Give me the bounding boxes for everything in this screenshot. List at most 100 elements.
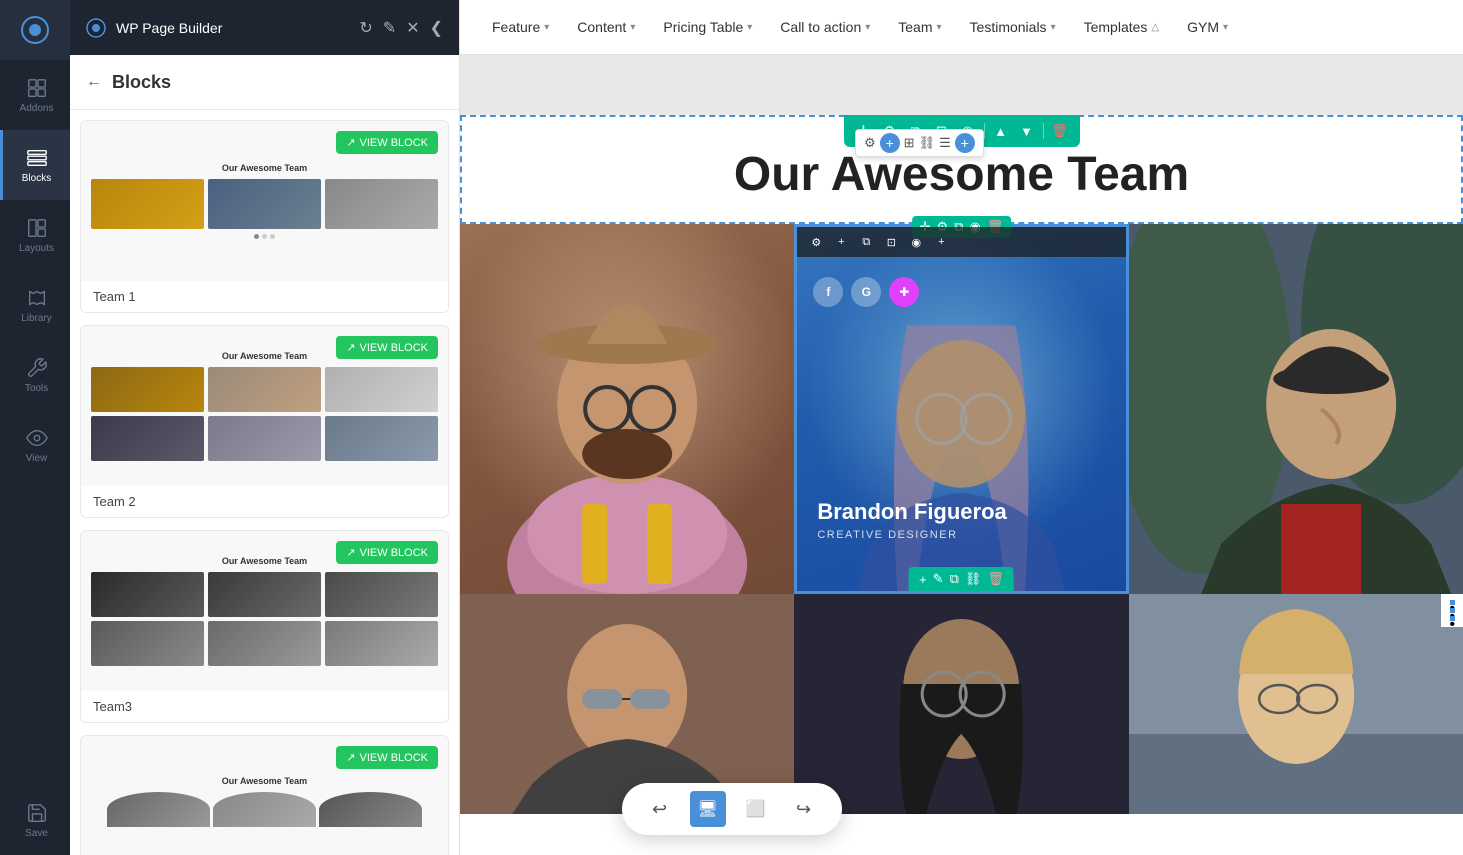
feature-chevron-icon: ▾ [544,22,549,33]
sidebar-item-blocks[interactable]: Blocks [0,130,70,200]
block-label-team1: Team 1 [81,281,448,312]
back-button[interactable]: ← [86,73,102,91]
testimonials-chevron-icon: ▾ [1051,22,1056,33]
blocks-header: ← Blocks [70,55,459,110]
sidebar-item-save[interactable]: Save [0,785,70,855]
preview-img-14 [208,621,321,666]
add-row-list-icon[interactable]: ☰ [939,135,951,151]
sidebar-item-layouts[interactable]: Layouts [0,200,70,270]
add-row-cols-icon[interactable]: ⊞ [904,135,915,151]
team-bottom-row [460,594,1463,814]
nav-item-gym[interactable]: GYM ▾ [1175,11,1240,43]
row-up-icon[interactable]: ▲ [989,119,1013,143]
col-add-icon[interactable]: + [930,231,952,253]
block-item-team3[interactable]: Our Awesome Team ↗ VIEW BLOCK Team3 [80,530,449,723]
view-block-btn-team4[interactable]: ↗ VIEW BLOCK [336,746,438,769]
team1-preview-content: Our Awesome Team [81,153,448,249]
widget-delete-icon[interactable]: 🗑 [987,571,1004,587]
preview-img-15 [325,621,438,666]
three-dots-menu[interactable]: • • • [1441,594,1463,627]
widget-duplicate-icon[interactable]: ⧉ [950,571,959,587]
refresh-icon[interactable]: ↻ [359,18,372,38]
block-item-team2[interactable]: Our Awesome Team ↗ VIEW BLOCK Team 2 [80,325,449,518]
nav-item-testimonials[interactable]: Testimonials ▾ [958,11,1068,43]
block-item-team4[interactable]: Our Awesome Team ↗ VIEW BLOCK Team 4 [80,735,449,855]
editor-canvas: ✛ ⚙ ⧉ ⊡ ◉ ▲ ▼ 🗑 ⚙ + ⊞ ⛓ ☰ + [460,115,1463,855]
card-name-container: Brandon Figueroa CREATIVE DESIGNER [817,499,1006,541]
edit-icon[interactable]: ✎ [383,18,396,38]
preview-img-5 [208,367,321,412]
add-row-plus-icon[interactable]: + [880,133,900,153]
add-row-settings-icon[interactable]: ⚙ [864,135,876,151]
preview-img-9 [325,416,438,461]
team-card-3[interactable] [1129,224,1463,594]
block-preview-team1: Our Awesome Team ↗ VIEW BLOCK [81,121,448,281]
preview-img-8 [208,416,321,461]
google-icon[interactable]: G [851,277,881,307]
team-card-1[interactable] [460,224,794,594]
sidebar-item-addons[interactable]: Addons [0,60,70,130]
wp-header-actions: ↻ ✎ ✕ ❮ [359,18,443,38]
facebook-icon[interactable]: f [813,277,843,307]
col-settings-icon[interactable]: ⚙ [805,231,827,253]
widget-edit-icon[interactable]: ✎ [933,571,944,587]
widget-link-icon[interactable]: ⛓ [965,571,982,587]
widget-plus-icon[interactable]: + [919,572,927,587]
col-duplicate-icon[interactable]: ⧉ [855,231,877,253]
undo-button[interactable]: ↩ [642,791,678,827]
team-photo-bottom-3 [1129,594,1463,814]
team3-preview-content: Our Awesome Team [81,546,448,676]
col-visibility-icon[interactable]: ◉ [905,231,927,253]
preview-img-10 [91,572,204,617]
view-block-btn-team2[interactable]: ↗ VIEW BLOCK [336,336,438,359]
preview-img-7 [91,416,204,461]
add-row-append-icon[interactable]: + [955,133,975,153]
team-photo-bottom-1 [460,594,794,814]
sidebar-item-view[interactable]: View [0,410,70,480]
blocks-panel-title: Blocks [112,72,171,93]
social-icons: f G ✚ [813,277,919,307]
row-delete-icon[interactable]: 🗑 [1048,119,1072,143]
nav-item-pricing-table[interactable]: Pricing Table ▾ [651,11,764,43]
team-card-bottom-1[interactable] [460,594,794,814]
templates-chevron-icon: △ [1151,22,1159,33]
team-photo-bottom-2 [794,594,1128,814]
desktop-view-button[interactable]: 🖥 [690,791,726,827]
preview-img-11 [208,572,321,617]
add-row-toolbar: ⚙ + ⊞ ⛓ ☰ + [855,129,984,157]
toolbar-divider-2 [1043,123,1044,139]
block-item-team1[interactable]: Our Awesome Team ↗ VIEW BLOCK [80,120,449,313]
tablet-view-button[interactable]: ⬜ [738,791,774,827]
sidebar-item-tools[interactable]: Tools [0,340,70,410]
preview-img-2 [208,179,321,229]
preview-img-1 [91,179,204,229]
team-photo-3 [1129,224,1463,594]
nav-item-templates[interactable]: Templates △ [1072,11,1172,43]
collapse-panel-icon[interactable]: ❮ [430,18,443,38]
view-block-btn-team1[interactable]: ↗ VIEW BLOCK [336,131,438,154]
plus-social-icon[interactable]: ✚ [889,277,919,307]
row-down-icon[interactable]: ▼ [1015,119,1039,143]
nav-item-content[interactable]: Content ▾ [565,11,647,43]
col-plus-icon[interactable]: + [830,231,852,253]
team-card-bottom-2[interactable] [794,594,1128,814]
bottom-toolbar: ↩ 🖥 ⬜ ↪ [622,783,842,835]
app-logo[interactable] [0,0,70,60]
left-sidebar: Addons Blocks Layouts Library Tools [0,0,70,855]
add-row-link-icon[interactable]: ⛓ [919,135,936,151]
view-block-btn-team3[interactable]: ↗ VIEW BLOCK [336,541,438,564]
card-person-role: CREATIVE DESIGNER [817,529,1006,541]
nav-item-feature[interactable]: Feature ▾ [480,11,561,43]
preview-img-12 [325,572,438,617]
redo-button[interactable]: ↪ [786,791,822,827]
team-card-bottom-3[interactable] [1129,594,1463,814]
nav-item-team[interactable]: Team ▾ [886,11,953,43]
main-content: Feature ▾ Content ▾ Pricing Table ▾ Call… [460,0,1463,855]
close-icon[interactable]: ✕ [406,18,419,38]
sidebar-item-library[interactable]: Library [0,270,70,340]
team-card-2-selected[interactable]: ⚙ + ⧉ ⊡ ◉ + [794,224,1128,594]
nav-item-call-to-action[interactable]: Call to action ▾ [768,11,882,43]
col-save-icon[interactable]: ⊡ [880,231,902,253]
preview-img-6 [325,367,438,412]
editor-area: ✛ ⚙ ⧉ ⊡ ◉ ▲ ▼ 🗑 ⚙ + ⊞ ⛓ ☰ + [460,55,1463,855]
